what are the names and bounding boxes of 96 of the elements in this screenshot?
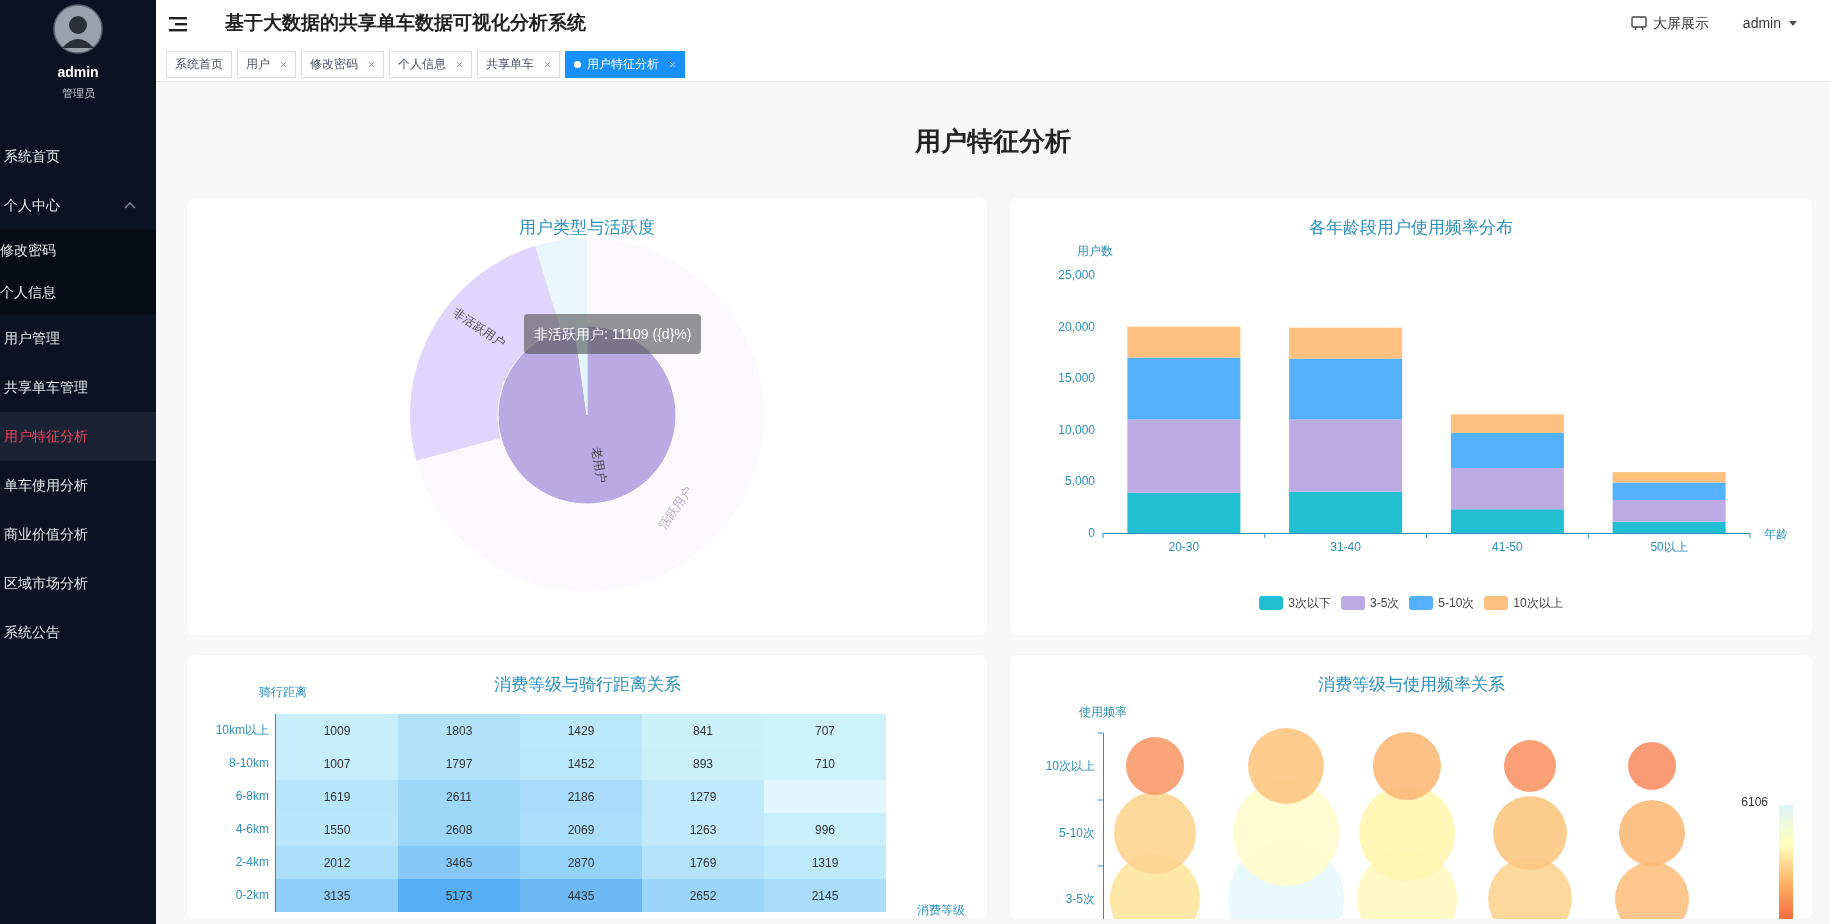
- bubble: [1373, 732, 1441, 800]
- user-role: 管理员: [61, 86, 95, 101]
- tick-label: 5,000: [1064, 474, 1095, 489]
- category-label: 20-30: [1168, 540, 1200, 554]
- legend-label: 10次以上: [1513, 595, 1563, 612]
- segment-label: 活跃用户: [656, 484, 696, 532]
- sidebar-item[interactable]: 系统首页: [0, 131, 156, 181]
- category-label: 50以上: [1650, 540, 1688, 554]
- chevron-icon: [124, 201, 136, 209]
- tick-label: 10,000: [1058, 422, 1095, 437]
- heatmap-cell: 710: [764, 747, 886, 780]
- sidebar-item[interactable]: 单车使用分析: [0, 460, 156, 510]
- tick-label: 3-5次: [1065, 892, 1095, 906]
- heatmap-cell: 1009: [276, 714, 398, 747]
- tab[interactable]: 个人信息: [389, 50, 472, 78]
- axis-label: 骑行距离: [259, 684, 307, 701]
- heatmap-cell: 1007: [276, 747, 398, 780]
- caret-icon: [1789, 21, 1797, 26]
- segment-label: 非活跃用户: [450, 304, 508, 351]
- heatmap-cell: 2069: [520, 813, 642, 846]
- tab[interactable]: 用户: [237, 50, 296, 78]
- close-icon[interactable]: [456, 60, 463, 68]
- heatmap-cell: 707: [764, 714, 886, 747]
- heatmap-cell: 3135: [276, 879, 398, 912]
- heatmap-cell: 2145: [764, 879, 886, 912]
- bubble: [1628, 742, 1676, 790]
- user-name: admin: [57, 63, 99, 82]
- heatmap-cell: 1803: [398, 714, 520, 747]
- tick-label: 20,000: [1058, 319, 1095, 334]
- sidebar-item[interactable]: 系统公告: [0, 607, 156, 657]
- heatmap-cell: 2186: [520, 780, 642, 813]
- heatmap-cell: 1769: [642, 846, 764, 879]
- chart-title: 各年龄段用户使用频率分布: [1309, 217, 1513, 239]
- axis-label: 使用频率: [1079, 705, 1127, 719]
- heatmap-cell: 996: [764, 813, 886, 846]
- heatmap-cell: 1797: [398, 747, 520, 780]
- heatmap-cell: 841: [642, 714, 764, 747]
- heatmap-cell: 4435: [520, 879, 642, 912]
- close-icon[interactable]: [280, 60, 287, 68]
- heatmap-cell: 1452: [520, 747, 642, 780]
- axis-label: 消费等级: [917, 904, 965, 916]
- system-title: 基于大数据的共享单车数据可视化分析系统: [225, 11, 586, 36]
- axis-label: 年龄: [1764, 527, 1788, 541]
- heatmap-cell: 2870: [520, 846, 642, 879]
- heatmap-cell: 1550: [276, 813, 398, 846]
- sidebar-item[interactable]: 共享单车管理: [0, 362, 156, 412]
- user-menu[interactable]: admin: [1742, 13, 1797, 34]
- category-label: 41-50: [1492, 540, 1523, 554]
- submenu-item[interactable]: 修改密码: [0, 229, 156, 272]
- screen-icon: [1630, 16, 1647, 31]
- tab[interactable]: 修改密码: [301, 50, 384, 78]
- tick-label: 25,000: [1058, 268, 1095, 282]
- chart-title: 消费等级与使用频率关系: [1317, 674, 1505, 696]
- bubble: [1126, 737, 1184, 795]
- axis-label: 用户数: [1077, 244, 1113, 258]
- category-label: 31-40: [1330, 540, 1361, 554]
- heatmap-cell: 1319: [764, 846, 886, 879]
- heatmap-cell: 2652: [642, 879, 764, 912]
- heatmap-cell: 5173: [398, 879, 520, 912]
- tick-label: 0: [1088, 526, 1095, 540]
- submenu-item[interactable]: 个人信息: [0, 271, 156, 314]
- bubble: [1619, 800, 1685, 866]
- legend-label: 3-5次: [1369, 595, 1400, 612]
- segment-label: 老用户: [588, 446, 609, 485]
- heatmap-cell: 3465: [398, 846, 520, 879]
- sidebar-item[interactable]: 个人中心: [0, 180, 156, 230]
- heatmap-cell: 2608: [398, 813, 520, 846]
- sidebar-item[interactable]: 区域市场分析: [0, 558, 156, 608]
- legend-label: 3次以下: [1288, 595, 1331, 612]
- close-icon[interactable]: [368, 60, 375, 68]
- tick-label: 15,000: [1058, 371, 1095, 386]
- chart-title: 消费等级与骑行距离关系: [493, 674, 681, 696]
- heatmap-cell: 1263: [642, 813, 764, 846]
- bubble: [1504, 740, 1556, 792]
- tab[interactable]: 系统首页: [166, 50, 232, 78]
- scale-label: 6106: [1741, 795, 1768, 809]
- avatar-icon: [53, 4, 103, 54]
- heatmap-cell: 1619: [276, 780, 398, 813]
- chart-tooltip: 非活跃用户: 11109 ({d}%): [524, 314, 702, 354]
- heatmap-cell: 1279: [642, 780, 764, 813]
- menu-icon[interactable]: [169, 15, 189, 32]
- sidebar-item[interactable]: 用户管理: [0, 313, 156, 363]
- tick-label: 10次以上: [1045, 759, 1095, 773]
- tab[interactable]: 共享单车: [477, 50, 560, 78]
- close-icon[interactable]: [544, 60, 551, 68]
- heatmap-cell: 2012: [276, 846, 398, 879]
- sidebar-item[interactable]: 用户特征分析: [0, 411, 156, 461]
- heatmap-cell: 1429: [520, 714, 642, 747]
- heatmap-cell: 2611: [398, 780, 520, 813]
- fullscreen-button[interactable]: 大屏展示: [1630, 13, 1709, 34]
- chart-title: 用户类型与活跃度: [519, 217, 655, 239]
- heatmap-cell: 893: [642, 747, 764, 780]
- legend-label: 5-10次: [1438, 595, 1475, 612]
- tick-label: 5-10次: [1058, 826, 1095, 840]
- page-title: 用户特征分析: [914, 125, 1072, 158]
- sidebar-item[interactable]: 商业价值分析: [0, 509, 156, 559]
